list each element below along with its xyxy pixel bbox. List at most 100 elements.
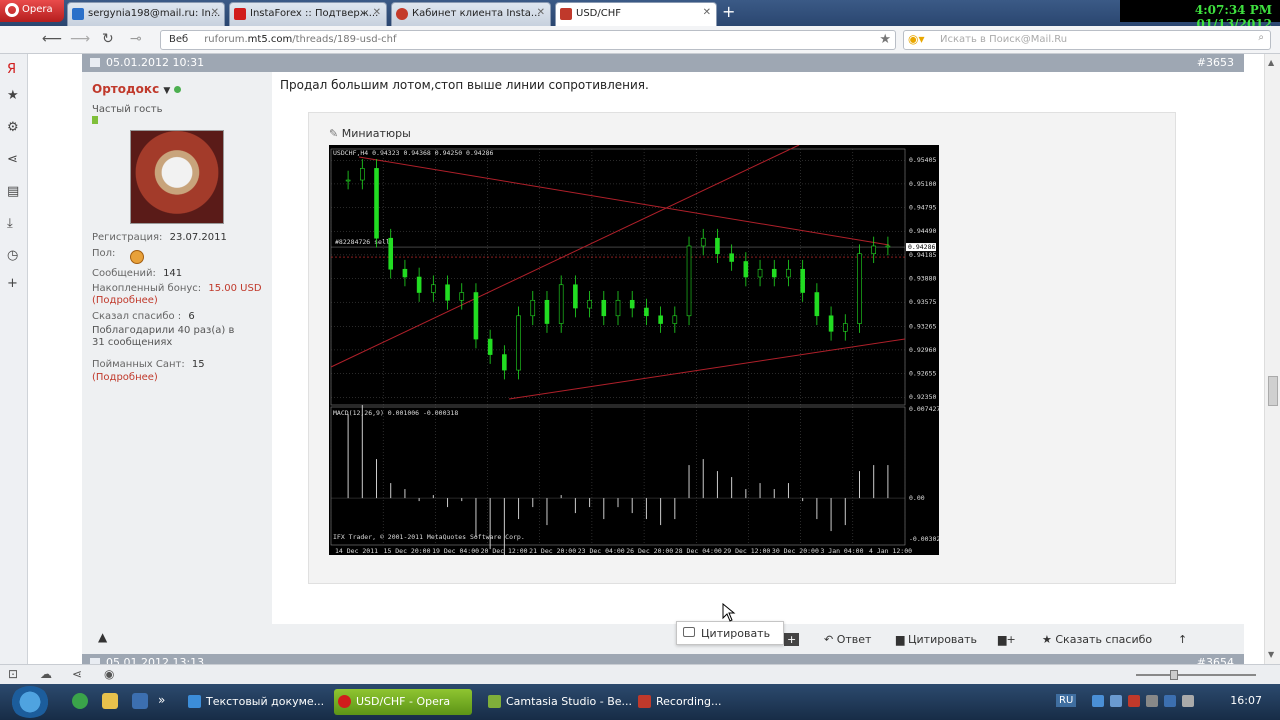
task-text-document[interactable]: Текстовый докуме... (184, 689, 330, 715)
bookmark-star-icon[interactable]: ★ (879, 32, 891, 47)
macd-tick-label: 0.007427 (909, 405, 939, 413)
thanked-line-2: 31 сообщениях (92, 337, 173, 348)
turbo-icon[interactable]: ☁ (40, 667, 52, 681)
santa-more-link[interactable]: (Подробнее) (92, 372, 158, 383)
tray-icon[interactable] (1164, 695, 1176, 707)
close-icon[interactable]: ✕ (211, 7, 219, 18)
unite-status-icon[interactable]: ⋖ (72, 667, 82, 681)
camtasia-icon (488, 695, 501, 708)
skype-icon[interactable] (72, 693, 88, 709)
trend-line (330, 144, 800, 368)
multiquote-icon[interactable]: + (784, 633, 800, 646)
candle-body (644, 307, 649, 317)
bookmarks-icon[interactable]: ★ (7, 88, 19, 103)
more-icon[interactable]: » (158, 693, 174, 709)
notes-icon[interactable]: ▤ (7, 184, 19, 199)
scroll-up-icon[interactable]: ▲ (1268, 58, 1274, 67)
close-icon[interactable]: ✕ (373, 7, 381, 18)
thanks-button[interactable]: ★ Сказать спасибо (1042, 633, 1152, 646)
side-panel: Я ★ ⚙ ⋖ ▤ ⤓ ◷ + (0, 54, 28, 664)
tray-icon[interactable] (1128, 695, 1140, 707)
start-button[interactable] (10, 686, 50, 718)
app-icon[interactable] (132, 693, 148, 709)
close-icon[interactable]: ✕ (537, 7, 545, 18)
price-tick-label: 0.93575 (909, 298, 936, 306)
back-icon[interactable]: ⟵ (42, 31, 62, 47)
zoom-slider[interactable] (1136, 670, 1256, 680)
search-icon[interactable]: ⌕ (1258, 32, 1264, 43)
post-message: Продал большим лотом,стоп выше линии соп… (280, 78, 649, 92)
tab-cabinet[interactable]: Кабинет клиента Insta... ✕ (391, 2, 551, 26)
scroll-top-icon[interactable]: ↑ (1178, 633, 1187, 646)
history-icon[interactable]: ◷ (7, 248, 18, 263)
candle-body (743, 261, 749, 278)
explorer-icon[interactable] (102, 693, 118, 709)
candle-body (658, 315, 663, 324)
opera-menu-button[interactable]: Opera (0, 0, 64, 22)
downloads-icon[interactable]: ⤓ (7, 216, 13, 231)
candle-body (573, 284, 578, 309)
settings-icon[interactable]: ⚙ (7, 120, 19, 135)
next-post-number[interactable]: #3654 (1197, 656, 1234, 664)
candle-body (502, 354, 507, 371)
candle-body (431, 284, 436, 293)
thanks-add-icon[interactable]: ▆+ (998, 633, 1016, 646)
forex-chart-thumbnail[interactable]: 0.95405 0.95100 0.94795 0.94490 0.94185 0.938… (329, 144, 940, 562)
quote-button[interactable]: ▆ Цитировать (896, 633, 977, 646)
scrollbar[interactable]: ▲ ▼ (1264, 54, 1280, 664)
avatar[interactable] (130, 130, 224, 224)
candle-body (828, 315, 834, 332)
x-tick-label: 20 Dec 12:00 (481, 547, 528, 555)
volume-icon[interactable] (1146, 695, 1158, 707)
tab-mail[interactable]: sergynia198@mail.ru: In... ✕ (67, 2, 225, 26)
language-indicator[interactable]: RU (1056, 694, 1077, 707)
cabinet-icon (396, 8, 408, 20)
tab-instaforex[interactable]: InstaForex :: Подтверж... ✕ (229, 2, 387, 26)
close-icon[interactable]: ✕ (703, 7, 711, 18)
mouse-cursor-icon (722, 603, 736, 622)
panel-toggle-icon[interactable]: ⊡ (8, 667, 18, 681)
author-name[interactable]: Ортодокс ▼ (92, 82, 182, 96)
task-opera[interactable]: USD/CHF - Opera (334, 689, 472, 715)
recording-icon (638, 695, 651, 708)
address-bar[interactable]: Веб ruforum.mt5.com/threads/189-usd-chf ★ (160, 30, 896, 50)
zoom-knob[interactable] (1170, 670, 1178, 680)
bonus-more-link[interactable]: (Подробнее) (92, 295, 158, 306)
candle-body (629, 299, 635, 309)
reply-button[interactable]: ↶ Ответ (824, 633, 871, 646)
x-tick-label: 30 Dec 20:00 (772, 547, 819, 555)
taskbar-clock[interactable]: 16:07 (1230, 694, 1262, 707)
candle-body (558, 284, 564, 324)
tray-icon[interactable] (1110, 695, 1122, 707)
key-icon[interactable]: ⊸ (130, 31, 142, 47)
unite-icon[interactable]: ⋖ (7, 152, 18, 167)
price-tick-label: 0.94185 (909, 251, 936, 259)
forward-icon[interactable]: ⟶ (70, 31, 90, 47)
star-icon: ★ (1042, 633, 1052, 646)
task-camtasia[interactable]: Camtasia Studio - Be... (484, 689, 632, 715)
x-tick-label: 29 Dec 12:00 (723, 547, 770, 555)
quote-tooltip[interactable]: Цитировать (676, 621, 784, 645)
quote-icon: ▆ (896, 633, 905, 646)
add-panel-icon[interactable]: + (7, 276, 18, 291)
reload-icon[interactable]: ↻ (102, 31, 114, 47)
scrollbar-thumb[interactable] (1268, 376, 1278, 406)
candle-body (814, 292, 820, 317)
post-content: Продал большим лотом,стоп выше линии соп… (272, 72, 1244, 642)
scroll-down-icon[interactable]: ▼ (1268, 650, 1274, 659)
network-icon[interactable] (1092, 695, 1104, 707)
reputation-bar (92, 116, 98, 124)
candle-body (871, 245, 876, 255)
post-number[interactable]: #3653 (1197, 56, 1234, 69)
tray-icon[interactable] (1182, 695, 1194, 707)
search-input[interactable]: ◉▾ Искать в Поиск@Mail.Ru ⌕ (903, 30, 1271, 50)
tab-usdchf[interactable]: USD/CHF ✕ (555, 2, 717, 26)
view-icon[interactable]: ◉ (104, 667, 114, 681)
chevron-down-icon[interactable]: ▼ (163, 86, 170, 96)
new-tab-icon[interactable]: + (722, 2, 735, 21)
candle-body (402, 268, 408, 278)
task-recording[interactable]: Recording... (634, 689, 780, 715)
yandex-icon[interactable]: Я (7, 62, 16, 77)
report-icon[interactable]: ▲ (98, 630, 107, 644)
post-icon (90, 58, 100, 67)
